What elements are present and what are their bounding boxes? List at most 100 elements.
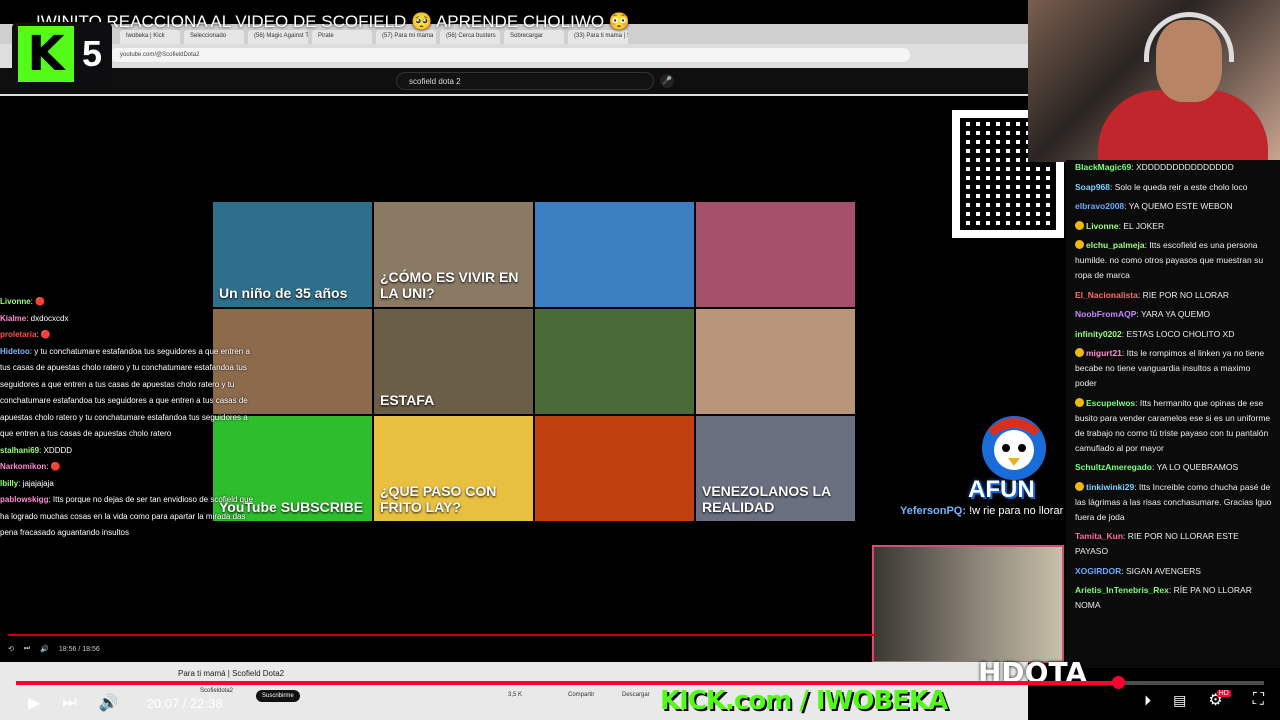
overlay-chat-message: Livonne: 🔴 (0, 297, 46, 306)
chat-username[interactable]: infinity0202 (1075, 329, 1122, 339)
browser-tab[interactable]: (56) Magic Against The Machine (248, 30, 308, 44)
inner-player-controls: ⟲ ⏭ 🔊 18:56 / 18:56 (8, 640, 868, 658)
video-thumbnail[interactable]: Un niño de 35 años (213, 202, 372, 307)
chat-message: Soap968: Solo le queda reir a este cholo… (1075, 180, 1272, 195)
chat-text: : YA LO QUEBRAMOS (1152, 462, 1239, 472)
overlay-chat-message: lbilly: jajajajaja (0, 478, 54, 488)
highlight-text: !w rie para no llorar (969, 505, 1064, 517)
chat-message: BlackMagic69: XDDDDDDDDDDDDDDD (1075, 160, 1272, 175)
secondary-camera (872, 545, 1064, 663)
thumbnail-text: ¿CÓMO ES VIVIR EN LA UNI? (380, 269, 519, 301)
chat-username[interactable]: BlackMagic69 (1075, 162, 1131, 172)
chat-text: : YA QUEMO ESTE WEBON (1124, 201, 1233, 211)
video-thumbnail[interactable] (535, 416, 694, 521)
chat-message: XOGIRDOR: SIGAN AVENGERS (1075, 564, 1272, 579)
subtitles-icon[interactable]: ▤ (1173, 692, 1186, 709)
address-bar[interactable]: youtube.com/@ScofieldDota2 (110, 48, 910, 62)
browser-tab[interactable]: (56) Cerca busters (440, 30, 500, 44)
browser-tab[interactable]: (57) Para mi mama (376, 30, 436, 44)
overlay-chat-message: Hidetoo: y tu conchatumare estafandoa tu… (0, 346, 250, 439)
browser-tab[interactable]: Pirate (312, 30, 372, 44)
chat-username[interactable]: Arietis_InTenebris_Rex (1075, 585, 1169, 595)
chat-message: elbravo2008: YA QUEMO ESTE WEBON (1075, 199, 1272, 214)
highlighted-chat-message: YefersonPQ: !w rie para no llorar (900, 505, 1064, 517)
subscriber-badge-icon (1075, 240, 1084, 249)
autoplay-toggle-icon[interactable]: ⏵ (1144, 692, 1151, 709)
subscriber-badge-icon (1075, 397, 1084, 407)
settings-gear-icon[interactable]: ⚙HD (1208, 690, 1231, 710)
thumbnail-text: VENEZOLANOS LA REALIDAD (702, 483, 831, 515)
chat-text: : Solo le queda reir a este cholo loco (1109, 181, 1248, 192)
chat-username[interactable]: Tamita_Kun (1075, 531, 1123, 541)
video-thumbnail[interactable] (535, 309, 694, 414)
play-icon[interactable]: ▶ (28, 693, 40, 713)
mascot-text: AFUN (968, 476, 1035, 503)
chat-message: infinity0202: ESTAS LOCO CHOLITO XD (1075, 327, 1272, 342)
video-thumbnail-grid: Un niño de 35 años ¿CÓMO ES VIVIR EN LA U… (213, 202, 855, 524)
subscriber-badge-icon (1075, 348, 1084, 357)
chat-username[interactable]: XOGIRDOR (1075, 566, 1121, 576)
mic-icon[interactable]: 🎤 (660, 74, 674, 88)
chat-message: tinkiwinki29: Itts Increible como chucha… (1075, 480, 1272, 525)
thumbnail-text: ESTAFA (380, 392, 435, 408)
chat-username[interactable]: Livonne (1086, 221, 1119, 231)
time-display: 20:07 / 22:38 (146, 695, 223, 711)
youtube-search-input[interactable]: scofield dota 2 (396, 72, 654, 90)
chat-message: migurt21: Itts le rompimos el linken ya … (1075, 346, 1272, 391)
overlay-chat-message: proletaria: 🔴 (0, 330, 51, 339)
chat-username[interactable]: SchultzAmeregado (1075, 462, 1152, 472)
video-thumbnail[interactable]: VENEZOLANOS LA REALIDAD (696, 416, 855, 521)
chat-text: : ESTAS LOCO CHOLITO XD (1121, 328, 1235, 339)
chat-username[interactable]: NoobFromAQP (1075, 309, 1136, 319)
video-thumbnail[interactable] (696, 309, 855, 414)
browser-tab[interactable]: (33) Para ti mama | Scofield Dota (568, 30, 628, 44)
video-thumbnail[interactable]: ESTAFA (374, 309, 533, 414)
player-controls: ▶ ⏭ 🔊 20:07 / 22:38 (0, 686, 1280, 720)
player-right-controls: ⏵ ▤ ⚙HD ⛶ (1144, 690, 1264, 710)
browser-tab[interactable]: Iwobeka | Kick (120, 30, 180, 44)
chat-text: : RIE POR NO LLORAR (1137, 289, 1230, 300)
kick-logo-badge: K 5 (12, 22, 112, 86)
stream-title: IWINITO REACCIONA AL VIDEO DE SCOFIELD 🥺… (36, 12, 630, 31)
chat-text: : SIGAN AVENGERS (1121, 565, 1201, 576)
inner-time: 18:56 / 18:56 (58, 645, 100, 653)
subscriber-badge-icon (1075, 481, 1084, 491)
video-progress-bar[interactable] (16, 676, 1264, 689)
chat-username[interactable]: Soap968 (1075, 182, 1110, 192)
chat-message: Escupelwos: Itts hermanito que opinas de… (1075, 396, 1272, 456)
next-icon[interactable]: ⏭ (62, 694, 76, 712)
inner-video-title: Para ti mamá | Scofield Dota2 (178, 669, 285, 678)
video-thumbnail[interactable] (696, 202, 855, 307)
overlay-chat-message: Narkomikon: 🔴 (0, 462, 61, 471)
browser-tab[interactable]: Seleccionado (184, 30, 244, 44)
video-thumbnail[interactable] (535, 202, 694, 307)
streamer-webcam (1028, 0, 1280, 162)
chat-message: elchu_palmeja: Itts escofield es una per… (1075, 238, 1272, 283)
chat-panel: BlackMagic69: XDDDDDDDDDDDDDDD Soap968: S… (1066, 160, 1280, 668)
volume-icon[interactable]: 🔊 (99, 693, 119, 713)
inner-video-progress[interactable] (8, 634, 876, 636)
chat-message: NoobFromAQP: YARA YA QUEMO (1075, 307, 1272, 322)
chat-text: : EL JOKER (1118, 220, 1165, 231)
subscriber-badge-icon (1075, 220, 1084, 230)
next-icon[interactable]: ⏭ (24, 645, 30, 653)
highlight-user: YefersonPQ (900, 505, 963, 517)
chat-username[interactable]: El_Nacionalista (1075, 290, 1138, 300)
chat-username[interactable]: Escupelwos (1086, 398, 1135, 408)
chat-username[interactable]: tinkiwinki29 (1086, 482, 1134, 492)
fullscreen-icon[interactable]: ⛶ (1253, 691, 1264, 709)
volume-icon[interactable]: 🔊 (40, 645, 49, 653)
video-thumbnail[interactable]: ¿QUE PASO CON FRITO LAY? (374, 416, 533, 521)
overlay-chat-message: stalhani69: XDDDD (0, 445, 73, 455)
chat-message: El_Nacionalista: RIE POR NO LLORAR (1075, 288, 1272, 303)
chat-username[interactable]: migurt21 (1086, 348, 1122, 358)
video-thumbnail[interactable]: ¿CÓMO ES VIVIR EN LA UNI? (374, 202, 533, 307)
chat-username[interactable]: elbravo2008 (1075, 201, 1124, 211)
kick-badge-number: 5 (82, 33, 103, 74)
browser-tab[interactable]: Sobrecargar (504, 30, 564, 44)
chat-username[interactable]: elchu_palmeja (1086, 240, 1145, 250)
overlay-chat-message: pablowskigg: Itts porque no dejas de ser… (0, 495, 254, 537)
replay-icon[interactable]: ⟲ (8, 645, 14, 653)
overlay-chat-message: Kialme: dxdocxcdx (0, 313, 69, 323)
chat-text: : YARA YA QUEMO (1136, 309, 1210, 319)
